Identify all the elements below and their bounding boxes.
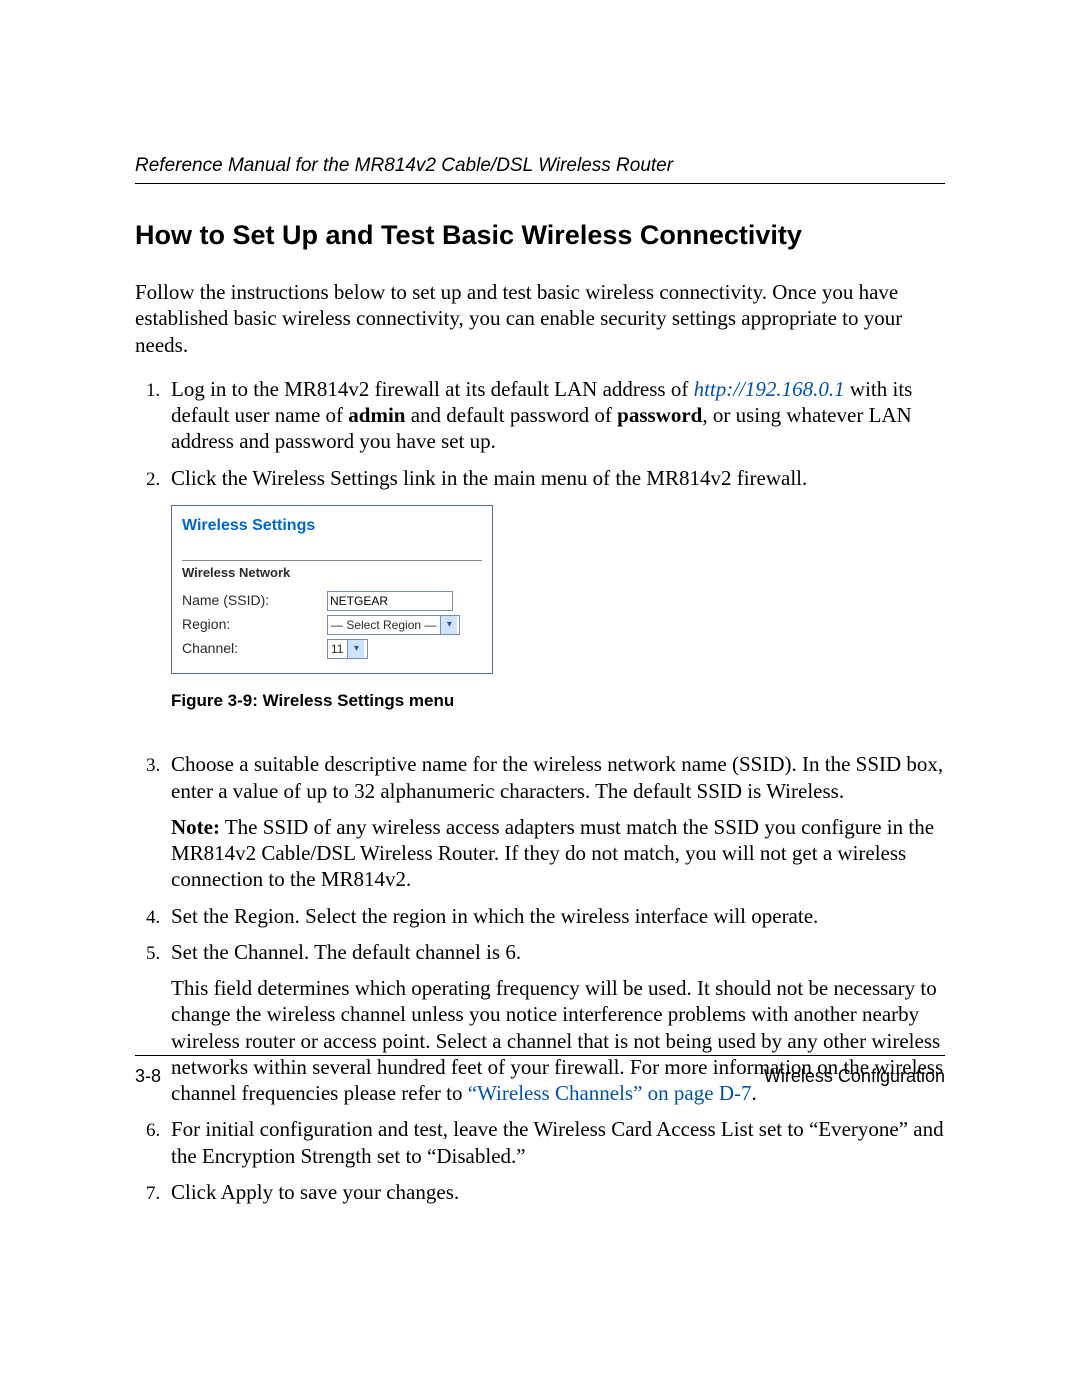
wireless-settings-panel: Wireless Settings Wireless Network Name … — [171, 505, 493, 674]
step-1-text-mid2: and default password of — [405, 403, 617, 427]
region-row: Region: — Select Region — ▾ — [182, 615, 482, 635]
manual-page: Reference Manual for the MR814v2 Cable/D… — [0, 0, 1080, 1397]
channel-select[interactable]: 11 ▾ — [327, 639, 368, 659]
note-label: Note: — [171, 815, 220, 839]
figure-3-9: Wireless Settings Wireless Network Name … — [171, 505, 945, 712]
chevron-down-icon: ▾ — [440, 616, 457, 634]
chapter-title: Wireless Configuration — [764, 1066, 945, 1087]
step-2-text: Click the Wireless Settings link in the … — [171, 466, 807, 490]
step-3-p1: Choose a suitable descriptive name for t… — [171, 752, 943, 802]
lan-address-link[interactable]: http://192.168.0.1 — [694, 377, 845, 401]
step-6: For initial configuration and test, leav… — [165, 1116, 945, 1169]
chevron-down-icon: ▾ — [347, 640, 364, 658]
step-4-text: Set the Region. Select the region in whi… — [171, 904, 818, 928]
step-3: Choose a suitable descriptive name for t… — [165, 751, 945, 892]
step-1-text-pre: Log in to the MR814v2 firewall at its de… — [171, 377, 694, 401]
step-5-p1: Set the Channel. The default channel is … — [171, 940, 521, 964]
panel-section-heading: Wireless Network — [182, 560, 482, 587]
intro-paragraph: Follow the instructions below to set up … — [135, 279, 945, 358]
panel-title: Wireless Settings — [182, 516, 482, 536]
region-label: Region: — [182, 616, 327, 634]
default-password: password — [617, 403, 702, 427]
page-footer: 3-8 Wireless Configuration — [135, 1055, 945, 1087]
page-number: 3-8 — [135, 1066, 161, 1087]
page-title: How to Set Up and Test Basic Wireless Co… — [135, 220, 945, 251]
footer-rule — [135, 1055, 945, 1056]
region-select-value: — Select Region — — [331, 618, 440, 633]
ssid-label: Name (SSID): — [182, 592, 327, 610]
region-select[interactable]: — Select Region — ▾ — [327, 615, 460, 635]
step-3-note: Note: The SSID of any wireless access ad… — [171, 814, 945, 893]
channel-label: Channel: — [182, 640, 327, 658]
step-2: Click the Wireless Settings link in the … — [165, 465, 945, 712]
header-rule — [135, 183, 945, 184]
channel-select-value: 11 — [331, 642, 347, 657]
step-1: Log in to the MR814v2 firewall at its de… — [165, 376, 945, 455]
step-4: Set the Region. Select the region in whi… — [165, 903, 945, 929]
note-body: The SSID of any wireless access adapters… — [171, 815, 934, 892]
ssid-input[interactable] — [327, 591, 453, 611]
figure-caption: Figure 3-9: Wireless Settings menu — [171, 690, 945, 711]
channel-row: Channel: 11 ▾ — [182, 639, 482, 659]
step-7-text: Click Apply to save your changes. — [171, 1180, 459, 1204]
step-6-text: For initial configuration and test, leav… — [171, 1117, 944, 1167]
default-username: admin — [348, 403, 405, 427]
running-head: Reference Manual for the MR814v2 Cable/D… — [135, 155, 945, 177]
step-7: Click Apply to save your changes. — [165, 1179, 945, 1205]
ssid-row: Name (SSID): — [182, 591, 482, 611]
